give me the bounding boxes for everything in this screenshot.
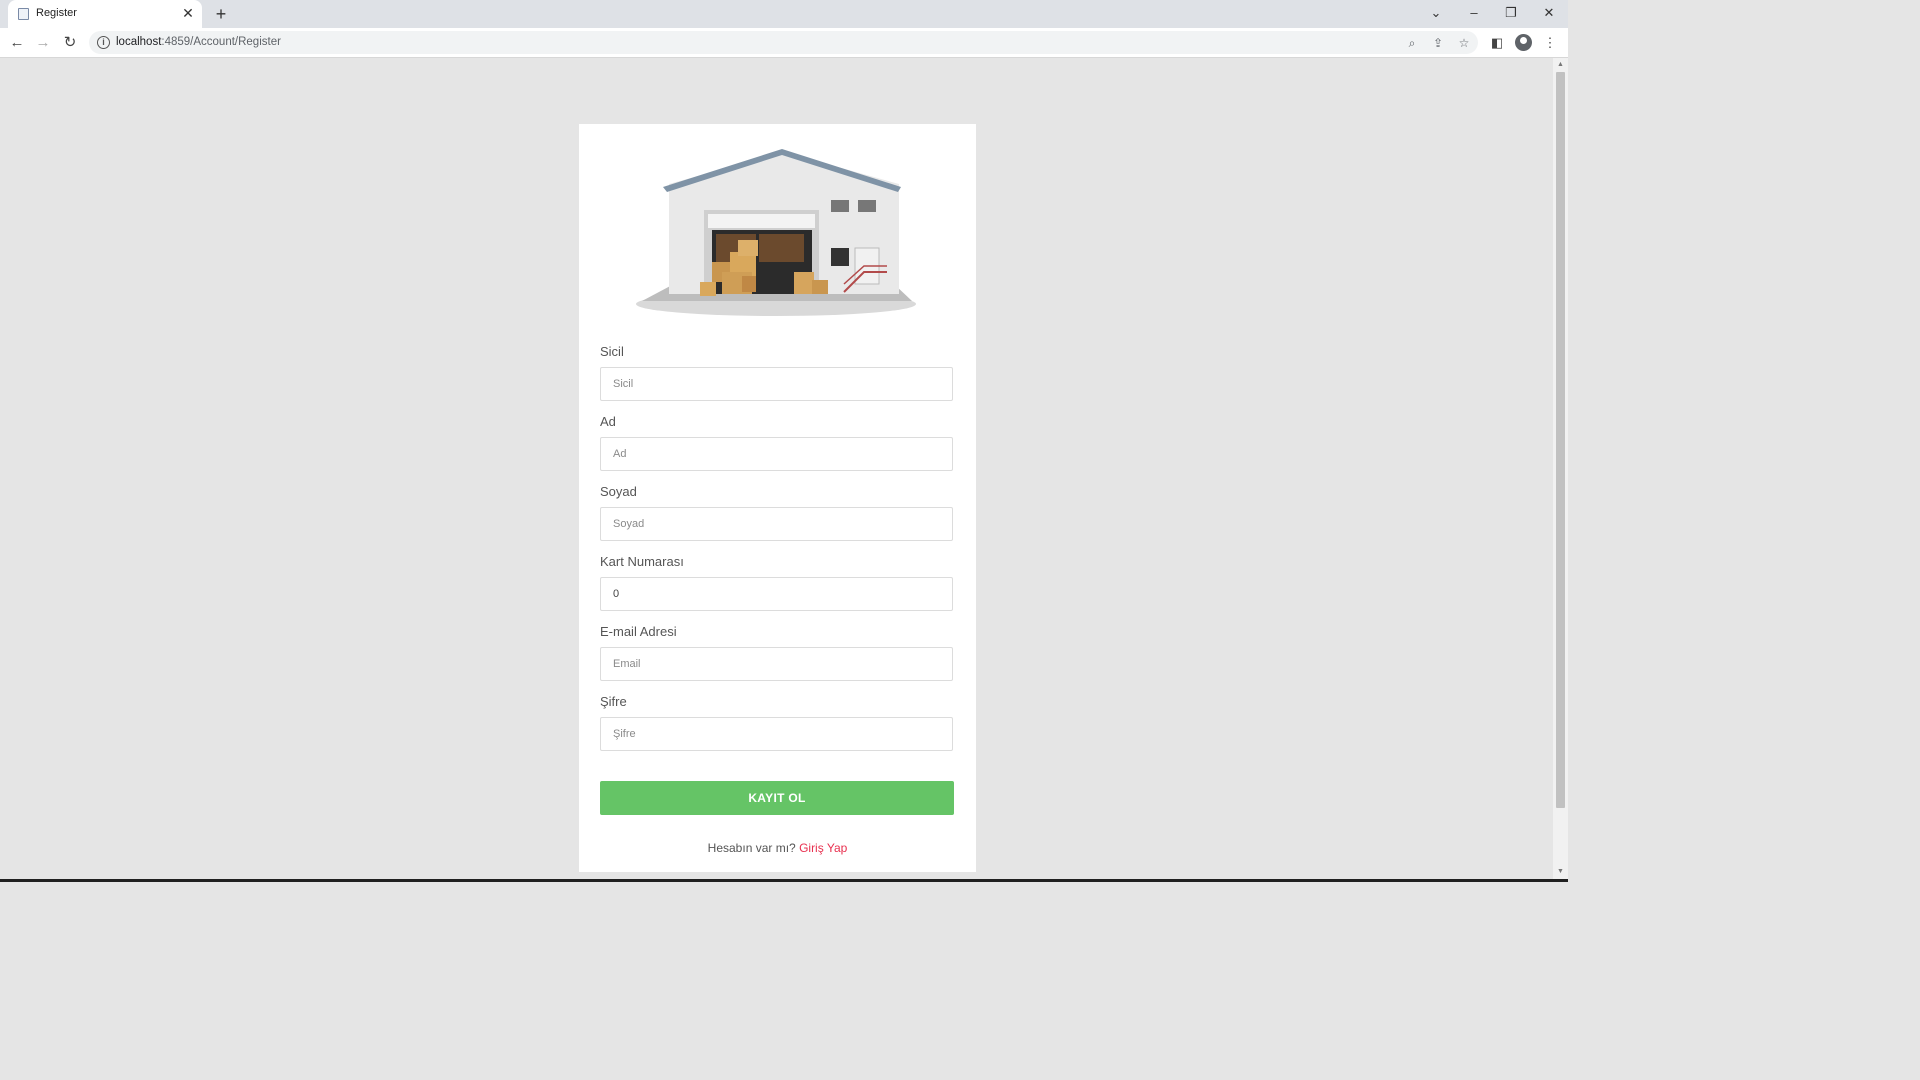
share-icon[interactable]: ⇪ <box>1429 34 1447 52</box>
scroll-up-icon[interactable]: ▲ <box>1556 60 1565 70</box>
soyad-label: Soyad <box>600 484 637 499</box>
sicil-input[interactable] <box>600 367 953 401</box>
page-scrollbar[interactable]: ▲ ▼ <box>1553 58 1568 879</box>
back-icon[interactable]: ← <box>7 33 27 53</box>
ad-label: Ad <box>600 414 616 429</box>
sifre-label: Şifre <box>600 694 627 709</box>
register-card: Sicil Ad Soyad Kart Numarası E-mail Adre… <box>579 124 976 872</box>
kart-numarasi-input[interactable] <box>600 577 953 611</box>
menu-icon[interactable]: ⋮ <box>1540 33 1560 53</box>
sicil-label: Sicil <box>600 344 624 359</box>
tab-title: Register <box>36 7 77 19</box>
login-prompt-text: Hesabın var mı? <box>707 841 796 855</box>
tab-register[interactable]: Register ✕ <box>8 0 202 28</box>
login-prompt: Hesabın var mı? Giriş Yap <box>579 841 976 855</box>
warehouse-illustration <box>636 149 916 316</box>
register-button[interactable]: KAYIT OL <box>600 781 954 815</box>
address-bar[interactable]: i localhost:4859/Account/Register ⌕ ⇪ ☆ <box>89 31 1478 54</box>
forward-icon[interactable]: → <box>33 33 53 53</box>
scroll-down-icon[interactable]: ▼ <box>1556 867 1565 877</box>
star-icon[interactable]: ☆ <box>1455 34 1473 52</box>
reload-icon[interactable]: ↻ <box>60 33 80 53</box>
kart-numarasi-label: Kart Numarası <box>600 554 684 569</box>
info-icon[interactable]: i <box>97 36 110 49</box>
zoom-icon[interactable]: ⌕ <box>1403 34 1421 52</box>
page-favicon-icon <box>18 8 29 20</box>
sifre-input[interactable] <box>600 717 953 751</box>
window-bottom-edge <box>0 879 1568 882</box>
tab-search-icon[interactable]: ⌄ <box>1423 4 1449 22</box>
ad-input[interactable] <box>600 437 953 471</box>
browser-toolbar: ← → ↻ i localhost:4859/Account/Register … <box>0 28 1568 58</box>
tab-strip: Register ✕ + ⌄ – ❐ ✕ <box>0 0 1568 28</box>
restore-icon[interactable]: ❐ <box>1498 4 1524 22</box>
minimize-icon[interactable]: – <box>1461 4 1487 22</box>
side-panel-icon[interactable]: ◧ <box>1487 33 1507 53</box>
scroll-thumb[interactable] <box>1556 72 1565 808</box>
profile-icon[interactable] <box>1515 34 1532 51</box>
soyad-input[interactable] <box>600 507 953 541</box>
close-tab-icon[interactable]: ✕ <box>180 5 196 21</box>
login-link[interactable]: Giriş Yap <box>799 841 847 855</box>
email-input[interactable] <box>600 647 953 681</box>
new-tab-icon[interactable]: + <box>212 5 230 23</box>
url-text[interactable]: localhost:4859/Account/Register <box>116 36 281 48</box>
email-label: E-mail Adresi <box>600 624 677 639</box>
close-window-icon[interactable]: ✕ <box>1536 4 1562 22</box>
